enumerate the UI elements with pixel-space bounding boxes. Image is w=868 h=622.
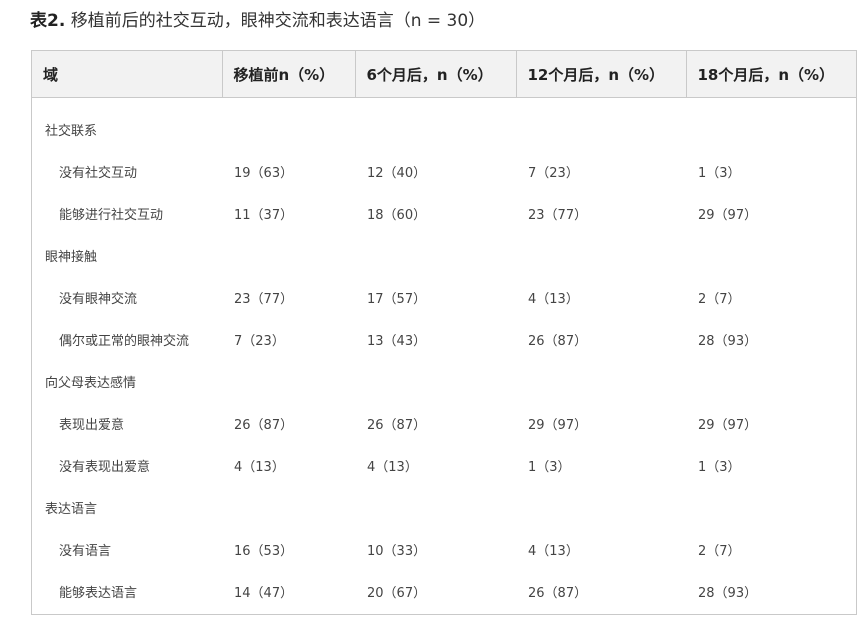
cell-18m: 1（3） (698, 165, 741, 181)
cell-6m: 12（40） (367, 165, 427, 181)
row-label: 没有表现出爱意 (59, 459, 151, 475)
cell-6m: 10（33） (367, 543, 427, 559)
cell-pre: 23（77） (234, 291, 294, 307)
header-pre-transplant: 移植前n（%） (222, 51, 356, 98)
table-row: 偶尔或正常的眼神交流 7（23） 13（43） 26（87） 28（93） (32, 318, 856, 360)
table-number: 表2. (30, 11, 66, 31)
cell-pre: 4（13） (234, 459, 285, 475)
cell-6m: 18（60） (367, 207, 427, 223)
data-table-container: 域 移植前n（%） 6个月后，n（%） 12个月后，n（%） 18个月后，n（%… (31, 50, 857, 615)
table-row: 能够进行社交互动 11（37） 18（60） 23（77） 29（97） (32, 192, 856, 234)
row-label: 能够表达语言 (59, 585, 138, 601)
cell-pre: 16（53） (234, 543, 294, 559)
header-domain: 域 (32, 51, 223, 98)
row-label: 没有语言 (59, 543, 112, 559)
row-label: 没有眼神交流 (59, 291, 138, 307)
cell-12m: 29（97） (528, 417, 588, 433)
cell-18m: 28（93） (698, 333, 758, 349)
cell-12m: 4（13） (528, 291, 579, 307)
cell-6m: 4（13） (367, 459, 418, 475)
cell-12m: 26（87） (528, 333, 588, 349)
category-label: 向父母表达感情 (45, 375, 137, 391)
table-caption: 移植前后的社交互动，眼神交流和表达语言（n = 30） (65, 11, 486, 31)
cell-12m: 26（87） (528, 585, 588, 601)
table-row: 没有语言 16（53） 10（33） 4（13） 2（7） (32, 528, 856, 570)
row-label: 表现出爱意 (59, 417, 125, 433)
cell-6m: 20（67） (367, 585, 427, 601)
header-18-months: 18个月后，n（%） (686, 51, 856, 98)
table-row: 能够表达语言 14（47） 20（67） 26（87） 28（93） (32, 570, 856, 612)
table-row: 没有表现出爱意 4（13） 4（13） 1（3） 1（3） (32, 444, 856, 486)
header-6-months: 6个月后，n（%） (355, 51, 517, 98)
table-body: 社交联系 没有社交互动 19（63） 12（40） 7（23） 1（3） 能够进… (32, 98, 856, 613)
cell-pre: 7（23） (234, 333, 285, 349)
cell-12m: 23（77） (528, 207, 588, 223)
cell-18m: 28（93） (698, 585, 758, 601)
category-label: 社交联系 (45, 123, 98, 139)
cell-6m: 26（87） (367, 417, 427, 433)
row-label: 没有社交互动 (59, 165, 138, 181)
cell-18m: 2（7） (698, 291, 741, 307)
table-header: 域 移植前n（%） 6个月后，n（%） 12个月后，n（%） 18个月后，n（%… (32, 51, 856, 98)
category-row: 眼神接触 (32, 234, 856, 276)
cell-12m: 7（23） (528, 165, 579, 181)
row-label: 偶尔或正常的眼神交流 (59, 333, 190, 349)
table-row: 没有眼神交流 23（77） 17（57） 4（13） 2（7） (32, 276, 856, 318)
cell-18m: 2（7） (698, 543, 741, 559)
cell-pre: 19（63） (234, 165, 294, 181)
cell-pre: 14（47） (234, 585, 294, 601)
category-label: 表达语言 (45, 501, 98, 517)
cell-12m: 1（3） (528, 459, 571, 475)
row-label: 能够进行社交互动 (59, 207, 164, 223)
cell-pre: 11（37） (234, 207, 294, 223)
cell-18m: 29（97） (698, 207, 758, 223)
data-table: 域 移植前n（%） 6个月后，n（%） 12个月后，n（%） 18个月后，n（%… (32, 51, 856, 612)
table-row: 没有社交互动 19（63） 12（40） 7（23） 1（3） (32, 150, 856, 192)
cell-18m: 29（97） (698, 417, 758, 433)
category-row: 表达语言 (32, 486, 856, 528)
cell-12m: 4（13） (528, 543, 579, 559)
header-row: 域 移植前n（%） 6个月后，n（%） 12个月后，n（%） 18个月后，n（%… (32, 51, 856, 98)
cell-pre: 26（87） (234, 417, 294, 433)
header-12-months: 12个月后，n（%） (516, 51, 687, 98)
category-row: 社交联系 (32, 98, 856, 151)
cell-6m: 13（43） (367, 333, 427, 349)
table-title: 表2. 移植前后的社交互动，眼神交流和表达语言（n = 30） (30, 6, 485, 31)
category-label: 眼神接触 (45, 249, 98, 265)
cell-18m: 1（3） (698, 459, 741, 475)
category-row: 向父母表达感情 (32, 360, 856, 402)
cell-6m: 17（57） (367, 291, 427, 307)
table-row: 表现出爱意 26（87） 26（87） 29（97） 29（97） (32, 402, 856, 444)
